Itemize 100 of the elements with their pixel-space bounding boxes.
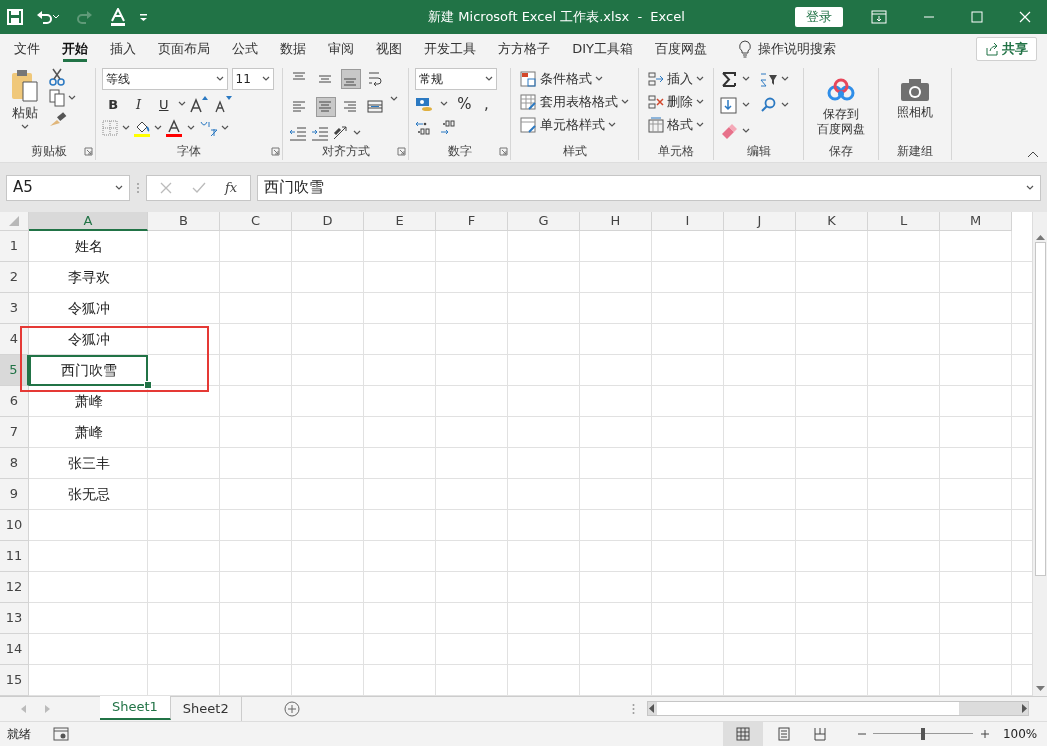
caret-icon[interactable] xyxy=(21,124,30,130)
name-box[interactable]: A5 xyxy=(6,174,130,201)
command-button[interactable]: 插入 xyxy=(644,68,708,90)
paste-button[interactable]: 粘贴 xyxy=(9,102,42,124)
table-cell[interactable]: 令狐冲 xyxy=(29,324,148,355)
ribbon-tab[interactable]: 开始 xyxy=(51,34,100,64)
ribbon-tab[interactable]: 数据 xyxy=(269,34,318,64)
column-header[interactable]: D xyxy=(292,212,364,231)
table-cell[interactable]: 西门吹雪 xyxy=(29,355,148,386)
maximize-icon[interactable] xyxy=(970,11,983,23)
accounting-format-icon[interactable] xyxy=(415,96,434,113)
column-header[interactable]: H xyxy=(580,212,652,231)
row-header[interactable]: 7 xyxy=(0,417,29,448)
scroll-left-icon[interactable] xyxy=(648,704,657,713)
scissors-icon[interactable] xyxy=(48,68,65,86)
macro-record-icon[interactable] xyxy=(52,727,69,741)
normal-view-icon[interactable] xyxy=(735,727,750,741)
table-cell[interactable]: 姓名 xyxy=(29,231,148,262)
search-icon[interactable] xyxy=(759,96,778,114)
ribbon-tab[interactable]: 方方格子 xyxy=(487,34,562,64)
splitter-dots-icon[interactable] xyxy=(632,703,635,715)
ribbon-tab[interactable]: 公式 xyxy=(221,34,270,64)
lightbulb-icon[interactable] xyxy=(737,40,752,58)
column-header[interactable]: I xyxy=(652,212,724,231)
caret-icon[interactable] xyxy=(353,129,361,136)
bold-button[interactable]: B xyxy=(102,93,125,116)
column-header[interactable]: M xyxy=(940,212,1012,231)
font-color-icon[interactable] xyxy=(109,8,126,26)
zoom-in-icon[interactable] xyxy=(979,729,990,739)
command-button[interactable]: 套用表格格式 xyxy=(517,91,632,113)
underline-button[interactable]: U xyxy=(152,93,175,116)
table-cell[interactable]: 李寻欢 xyxy=(29,262,148,293)
caret-icon[interactable] xyxy=(741,76,750,83)
large-command-button[interactable]: 保存到 百度网盘 xyxy=(810,74,873,142)
scrollbar-thumb[interactable] xyxy=(1034,242,1046,576)
column-header[interactable]: G xyxy=(508,212,580,231)
login-button[interactable]: 登录 xyxy=(794,7,843,27)
row-header[interactable]: 12 xyxy=(0,572,29,603)
row-header[interactable]: 5 xyxy=(0,355,29,386)
large-command-button[interactable]: 照相机 xyxy=(890,74,941,142)
dialog-launcher-icon[interactable] xyxy=(271,147,281,156)
column-header[interactable]: E xyxy=(364,212,436,231)
caret-icon[interactable] xyxy=(696,122,705,128)
row-header[interactable]: 4 xyxy=(0,324,29,355)
ribbon-tab[interactable]: 文件 xyxy=(3,34,52,64)
ribbon-tab[interactable]: 开发工具 xyxy=(413,34,488,64)
shrink-font-icon[interactable] xyxy=(212,95,233,114)
italic-button[interactable]: I xyxy=(127,93,150,116)
horizontal-scrollbar[interactable] xyxy=(647,701,1029,716)
command-button[interactable]: 条件格式 xyxy=(517,68,632,90)
percent-button[interactable]: % xyxy=(454,93,475,116)
row-header[interactable]: 8 xyxy=(0,448,29,479)
caret-icon[interactable] xyxy=(186,124,195,131)
caret-icon[interactable] xyxy=(780,102,789,108)
caret-icon[interactable] xyxy=(741,127,750,134)
dialog-launcher-icon[interactable] xyxy=(397,147,407,156)
caret-icon[interactable] xyxy=(115,184,123,191)
caret-icon[interactable] xyxy=(178,101,186,108)
table-cell[interactable]: 萧峰 xyxy=(29,417,148,448)
row-header[interactable]: 1 xyxy=(0,231,29,262)
font-size-field[interactable]: 11 xyxy=(231,68,274,90)
fill-handle[interactable] xyxy=(145,382,151,388)
tell-me-search[interactable]: 操作说明搜索 xyxy=(758,39,837,59)
comma-button[interactable]: , xyxy=(481,93,492,116)
row-header[interactable]: 2 xyxy=(0,262,29,293)
command-button[interactable]: 格式 xyxy=(644,114,708,136)
caret-icon[interactable] xyxy=(594,76,603,82)
column-header[interactable]: A xyxy=(29,212,148,231)
undo-icon[interactable] xyxy=(35,9,60,25)
grow-font-icon[interactable] xyxy=(189,95,210,114)
autosum-icon[interactable] xyxy=(720,70,739,88)
wrap-text-icon[interactable] xyxy=(367,70,385,88)
ribbon-tab[interactable]: 百度网盘 xyxy=(644,34,719,64)
zoom-slider-thumb[interactable] xyxy=(921,728,926,740)
orientation-icon[interactable] xyxy=(331,124,350,141)
column-header[interactable]: L xyxy=(868,212,940,231)
sheet-tab[interactable]: Sheet1 xyxy=(100,696,171,720)
scroll-right-icon[interactable] xyxy=(1019,704,1028,713)
close-icon[interactable] xyxy=(1018,11,1031,23)
fill-down-icon[interactable] xyxy=(720,96,739,114)
customize-icon[interactable] xyxy=(138,11,149,23)
new-sheet-icon[interactable] xyxy=(283,701,300,717)
caret-icon[interactable] xyxy=(390,95,399,102)
caret-icon[interactable] xyxy=(696,76,705,82)
formula-field[interactable]: 西门吹雪 xyxy=(257,174,1041,201)
caret-icon[interactable] xyxy=(439,101,448,108)
save-icon[interactable] xyxy=(6,9,23,25)
ribbon-tab[interactable]: 页面布局 xyxy=(147,34,222,64)
caret-icon[interactable] xyxy=(1026,184,1034,191)
row-header[interactable]: 10 xyxy=(0,510,29,541)
command-button[interactable]: 单元格样式 xyxy=(517,114,632,136)
caret-icon[interactable] xyxy=(780,76,789,83)
vertical-scrollbar[interactable] xyxy=(1032,212,1047,696)
normal-view-button[interactable] xyxy=(722,722,763,746)
row-header[interactable]: 15 xyxy=(0,665,29,696)
ribbon-tab[interactable]: 视图 xyxy=(365,34,414,64)
dialog-launcher-icon[interactable] xyxy=(499,147,509,156)
table-cell[interactable]: 萧峰 xyxy=(29,386,148,417)
caret-icon[interactable] xyxy=(741,102,750,108)
sort-filter-icon[interactable] xyxy=(759,70,778,88)
